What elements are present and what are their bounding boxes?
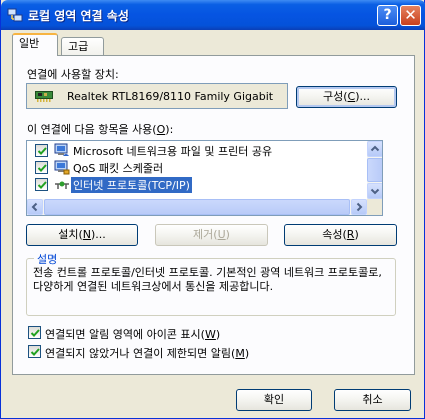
horizontal-scrollbar[interactable] bbox=[27, 199, 367, 215]
chevron-down-icon bbox=[370, 188, 380, 195]
tab-advanced-label: 고급 bbox=[68, 40, 89, 53]
properties-button[interactable]: 속성(R) bbox=[284, 224, 397, 246]
properties-button-label: 속성( bbox=[322, 228, 347, 241]
remove-button-suffix: ) bbox=[225, 228, 230, 241]
show-icon-label-suffix: ) bbox=[215, 328, 221, 341]
notify-limited-label-text: 연결되지 않았거나 연결이 제한되면 알림( bbox=[45, 347, 236, 360]
list-item-checkbox[interactable] bbox=[35, 178, 48, 191]
list-item-label: 인터넷 프로토콜(TCP/IP) bbox=[71, 177, 192, 193]
list-item-label: QoS 패킷 스케줄러 bbox=[73, 162, 164, 175]
properties-button-suffix: ) bbox=[354, 228, 359, 241]
description-title: 설명 bbox=[34, 251, 61, 267]
install-button-label: 설치( bbox=[58, 228, 83, 241]
checkmark-icon bbox=[37, 147, 47, 155]
checkmark-icon bbox=[37, 164, 47, 172]
notify-limited-accesskey: M bbox=[235, 347, 245, 360]
ok-button[interactable]: 확인 bbox=[236, 389, 312, 411]
items-list-label-accesskey: O bbox=[156, 123, 166, 136]
notify-limited-label-suffix: ) bbox=[244, 347, 250, 360]
remove-button-label: 제거( bbox=[193, 228, 218, 241]
device-name: Realtek RTL8169/8110 Family Gigabit bbox=[67, 90, 274, 103]
checkmark-icon bbox=[30, 329, 40, 337]
items-list-label-text: 이 연결에 다음 항목을 사용( bbox=[27, 123, 157, 136]
checkmark-icon bbox=[30, 348, 40, 356]
remove-button-accesskey: U bbox=[217, 228, 226, 241]
protocol-icon bbox=[55, 181, 69, 189]
remove-button[interactable]: 제거(U) bbox=[155, 224, 268, 246]
show-icon-label-text: 연결되면 알림 영역에 아이콘 표시( bbox=[45, 328, 205, 341]
install-button[interactable]: 설치(N)... bbox=[26, 224, 138, 246]
list-item[interactable]: QoS 패킷 스케줄러 bbox=[27, 159, 367, 176]
items-list-label-suffix: ): bbox=[165, 123, 174, 136]
tab-general-label: 일반 bbox=[19, 37, 40, 50]
description-text: 전송 컨트롤 프로토콜/인터넷 프로토콜. 기본적인 광역 네트워크 프로토콜로… bbox=[33, 266, 382, 293]
list-item-label: Microsoft 네트워크용 파일 및 프린터 공유 bbox=[73, 145, 273, 158]
chevron-left-icon bbox=[31, 202, 38, 212]
cancel-button[interactable]: 취소 bbox=[334, 389, 411, 411]
checkmark-icon bbox=[37, 181, 47, 189]
vertical-scroll-thumb[interactable] bbox=[367, 158, 382, 182]
install-button-suffix: )... bbox=[91, 228, 106, 241]
show-icon-label: 연결되면 알림 영역에 아이콘 표시(W) bbox=[45, 326, 220, 342]
tab-advanced[interactable]: 고급 bbox=[61, 37, 104, 57]
help-button[interactable]: ? bbox=[377, 5, 398, 26]
device-field: Realtek RTL8169/8110 Family Gigabit bbox=[26, 83, 288, 109]
scroll-up-button[interactable] bbox=[367, 141, 382, 157]
tab-general[interactable]: 일반 bbox=[12, 33, 58, 56]
horizontal-scroll-thumb[interactable] bbox=[44, 199, 350, 215]
device-label: 연결에 사용할 장치: bbox=[27, 68, 119, 81]
network-card-icon bbox=[35, 91, 53, 102]
scroll-right-button[interactable] bbox=[351, 199, 367, 215]
qos-scheduler-icon bbox=[54, 160, 70, 175]
chevron-up-icon bbox=[370, 145, 380, 152]
file-printer-sharing-icon bbox=[54, 143, 69, 156]
list-item-checkbox[interactable] bbox=[35, 144, 48, 157]
configure-button-label: 구성( bbox=[322, 90, 348, 103]
properties-dialog: 로컬 영역 연결 속성 ? ✕ 일반 고급 연결에 사용할 장치: Realte… bbox=[0, 0, 425, 419]
window-title: 로컬 영역 연결 속성 bbox=[28, 9, 129, 23]
scroll-left-button[interactable] bbox=[27, 199, 43, 215]
vertical-scrollbar[interactable] bbox=[367, 141, 382, 199]
show-icon-checkbox[interactable] bbox=[28, 326, 41, 339]
network-connection-icon bbox=[7, 8, 23, 22]
configure-button[interactable]: 구성(C)... bbox=[296, 86, 397, 108]
components-listbox[interactable]: Microsoft 네트워크용 파일 및 프린터 공유 QoS 패킷 스케줄러 bbox=[26, 140, 383, 216]
chevron-right-icon bbox=[356, 202, 363, 212]
configure-button-suffix: )... bbox=[355, 90, 370, 103]
notify-limited-label: 연결되지 않았거나 연결이 제한되면 알림(M) bbox=[45, 345, 249, 361]
list-item-checkbox[interactable] bbox=[35, 161, 48, 174]
scrollbar-corner bbox=[367, 199, 382, 215]
notify-limited-checkbox[interactable] bbox=[28, 345, 41, 358]
close-button[interactable]: ✕ bbox=[400, 5, 421, 26]
scroll-down-button[interactable] bbox=[367, 183, 382, 199]
title-bar[interactable]: 로컬 영역 연결 속성 ? ✕ bbox=[1, 0, 425, 30]
list-item[interactable]: Microsoft 네트워크용 파일 및 프린터 공유 bbox=[27, 142, 367, 159]
show-icon-accesskey: W bbox=[204, 328, 216, 341]
items-list-label: 이 연결에 다음 항목을 사용(O): bbox=[27, 121, 173, 137]
install-button-accesskey: N bbox=[82, 228, 91, 241]
list-item[interactable]: 인터넷 프로토콜(TCP/IP) bbox=[27, 176, 367, 193]
